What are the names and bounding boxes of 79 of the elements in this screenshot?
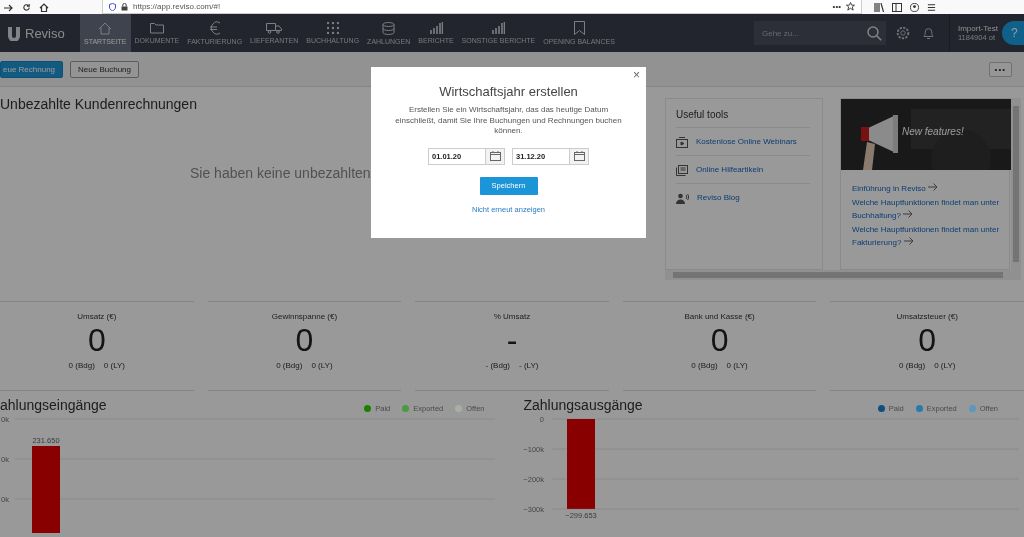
logo[interactable]: Reviso [0, 14, 80, 52]
kpi-value: 0 [710, 321, 729, 359]
bar-chart-icon [491, 22, 505, 34]
arrow-icon [903, 210, 914, 218]
budget-value: 0 (Bdg) [898, 361, 926, 370]
logo-icon [6, 25, 22, 41]
url-text: https://app.reviso.com/#! [133, 2, 222, 11]
last-year-value: - (LY) [519, 361, 539, 370]
bookmark-icon [573, 21, 585, 35]
video-icon [676, 137, 688, 148]
budget-value: 0 (Bdg) [691, 361, 718, 370]
news-link[interactable]: Einführung in Reviso [852, 182, 1006, 196]
chart-title: Zahlungsausgänge [523, 397, 643, 413]
shield-icon [109, 2, 116, 11]
kpi-title: Umsatz (€) [77, 312, 117, 321]
budget-value: 0 (Bdg) [68, 361, 95, 370]
speaker-icon [676, 193, 689, 204]
star-icon[interactable] [846, 2, 855, 11]
forward-arrow-icon[interactable] [4, 4, 14, 12]
news-link[interactable]: Welche Hauptfunktionen findet man unter Buchhaltung? [852, 195, 1006, 223]
news-link[interactable]: Welche Hauptfunktionen findet man unter Fakturierung? [852, 222, 1006, 250]
home-icon [98, 21, 113, 35]
kpi-title: Umsatzsteuer (€) [896, 312, 958, 321]
library-icon[interactable] [874, 3, 884, 12]
new-entry-button[interactable]: Neue Buchung [70, 60, 139, 78]
kpi-title: % Umsatz [493, 312, 531, 321]
kpi-value: 0 [918, 321, 937, 359]
kpi-value: - [506, 321, 518, 359]
calendar-button[interactable] [485, 148, 504, 164]
help-button[interactable]: ? [1002, 21, 1024, 45]
kpi-value: 0 [295, 321, 314, 359]
dialog-text: Erstellen Sie ein Wirtschaftsjahr, das das heutige Datum einschließt, damit Sie Ihre Buchungen und Rechnungen buchen können. [394, 105, 623, 137]
tool-link[interactable]: Online Hilfeartikeln [696, 163, 764, 176]
close-button[interactable]: × [631, 68, 642, 82]
new-invoice-button[interactable]: eue Rechnung [0, 60, 64, 78]
tool-link[interactable]: Reviso Blog [697, 191, 740, 204]
address-bar[interactable]: https://app.reviso.com/#! ••• [102, 0, 862, 14]
budget-value: 0 (Bdg) [276, 361, 303, 370]
user-name[interactable]: Import-Test [958, 24, 998, 33]
kpi-title: Gewinnspanne (€) [271, 312, 338, 321]
vertical-scrollbar[interactable] [1011, 98, 1021, 270]
chart-title: ahlungseingänge [0, 397, 107, 413]
home-icon[interactable] [39, 3, 49, 12]
last-year-value: 0 (LY) [726, 361, 748, 370]
calendar-button[interactable] [569, 148, 588, 164]
calendar-icon [489, 151, 501, 161]
last-year-value: 0 (LY) [103, 361, 125, 370]
card-title: Useful tools [676, 109, 810, 128]
reload-icon[interactable] [22, 3, 31, 12]
settings-icon[interactable] [896, 26, 910, 40]
lock-icon [121, 2, 128, 11]
horizontal-scrollbar[interactable] [665, 270, 1021, 280]
kpi-value: 0 [87, 321, 106, 359]
page-actions-button[interactable]: ••• [832, 2, 841, 11]
truck-icon [266, 22, 283, 34]
kpi-title: Bank und Kasse (€) [684, 312, 755, 321]
section-title: Unbezahlte Kundenrechnungen [0, 96, 197, 112]
euro-icon [208, 21, 221, 35]
bar-chart-icon [429, 22, 443, 34]
last-year-value: 0 (LY) [311, 361, 333, 370]
arrow-icon [928, 183, 939, 191]
coins-icon [382, 21, 396, 35]
arrow-icon [903, 237, 914, 245]
banner-caption: New features! [902, 126, 964, 137]
bell-icon[interactable] [922, 26, 935, 40]
tool-link[interactable]: Kostenlose Online Webinars [696, 135, 797, 148]
calendar-icon [573, 151, 585, 161]
search-icon[interactable] [867, 25, 882, 41]
menu-icon[interactable] [927, 3, 936, 12]
articles-icon [676, 165, 688, 176]
account-icon[interactable] [910, 3, 919, 12]
folder-icon [149, 22, 164, 34]
dialog-title: Wirtschaftsjahr erstellen [439, 84, 578, 99]
last-year-value: 0 (LY) [934, 361, 956, 370]
budget-value: - (Bdg) [485, 361, 510, 370]
grid-icon [326, 22, 339, 34]
sidebar-icon[interactable] [892, 3, 902, 12]
more-button[interactable]: ••• [988, 61, 1012, 77]
empty-message: Sie haben keine unbezahlten [190, 165, 371, 181]
